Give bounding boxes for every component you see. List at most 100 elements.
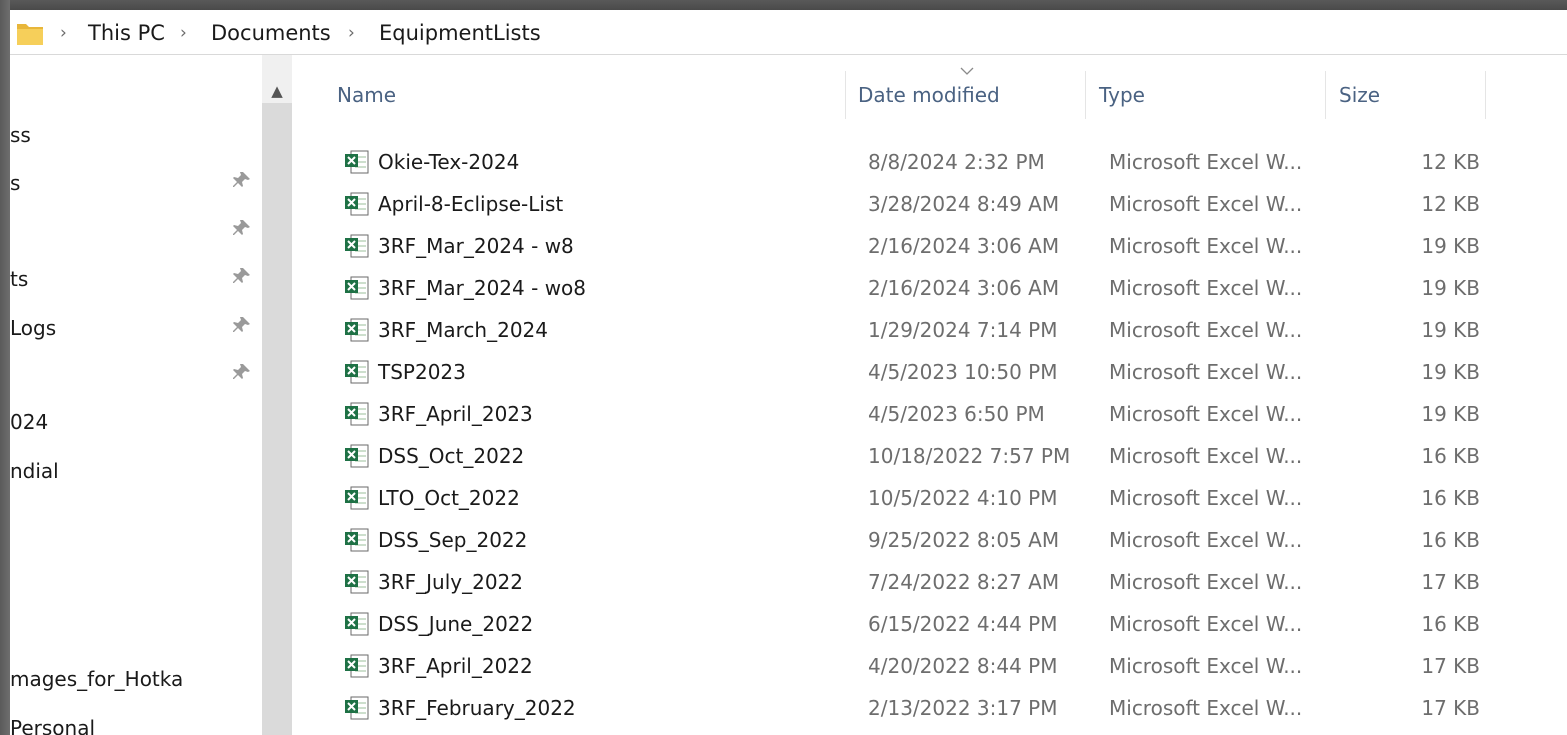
file-row[interactable]: DSS_June_2022 6/15/2022 4:44 PM Microsof…	[332, 603, 1492, 645]
file-type: Microsoft Excel W...	[1109, 402, 1303, 426]
file-row[interactable]: 3RF_July_2022 7/24/2022 8:27 AM Microsof…	[332, 561, 1492, 603]
excel-file-icon	[345, 528, 369, 552]
column-divider[interactable]	[1325, 71, 1326, 119]
breadcrumb-this-pc[interactable]: This PC	[88, 20, 165, 46]
excel-file-icon	[345, 276, 369, 300]
file-row[interactable]: DSS_Sep_2022 9/25/2022 8:05 AM Microsoft…	[332, 519, 1492, 561]
file-size: 12 KB	[1421, 192, 1480, 216]
excel-file-icon	[345, 654, 369, 678]
file-date-modified: 7/24/2022 8:27 AM	[868, 570, 1060, 594]
file-size: 16 KB	[1421, 612, 1480, 636]
file-explorer-window: › This PC › Documents › EquipmentLists s…	[10, 10, 1567, 735]
file-size: 12 KB	[1421, 150, 1480, 174]
excel-file-icon	[345, 402, 369, 426]
excel-file-icon	[345, 486, 369, 510]
column-divider[interactable]	[1085, 71, 1086, 119]
excel-file-icon	[345, 444, 369, 468]
file-type: Microsoft Excel W...	[1109, 612, 1303, 636]
file-date-modified: 9/25/2022 8:05 AM	[868, 528, 1060, 552]
file-row[interactable]: 3RF_Mar_2024 - wo8 2/16/2024 3:06 AM Mic…	[332, 267, 1492, 309]
file-row[interactable]: TSP2023 4/5/2023 10:50 PM Microsoft Exce…	[332, 351, 1492, 393]
file-date-modified: 3/28/2024 8:49 AM	[868, 192, 1060, 216]
file-date-modified: 4/5/2023 10:50 PM	[868, 360, 1058, 384]
column-header-size[interactable]: Size	[1339, 71, 1380, 119]
file-name: April-8-Eclipse-List	[378, 192, 564, 216]
file-type: Microsoft Excel W...	[1109, 696, 1303, 720]
file-name: 3RF_April_2023	[378, 402, 533, 426]
excel-file-icon	[345, 360, 369, 384]
excel-file-icon	[345, 570, 369, 594]
breadcrumb-separator[interactable]: ›	[60, 20, 67, 46]
window-frame-top	[0, 0, 1567, 10]
file-size: 15 KB	[1362, 729, 1480, 735]
pin-icon[interactable]	[232, 218, 252, 238]
address-bar[interactable]: › This PC › Documents › EquipmentLists	[10, 10, 1567, 55]
breadcrumb-separator[interactable]: ›	[348, 20, 355, 46]
file-size: 17 KB	[1421, 696, 1480, 720]
nav-item[interactable]: 024	[10, 407, 48, 437]
file-date-modified: 4/22/2021 5:27 PM	[868, 729, 1058, 735]
nav-item[interactable]: ss	[10, 120, 31, 150]
file-size: 17 KB	[1421, 654, 1480, 678]
file-size: 19 KB	[1421, 402, 1480, 426]
file-type: Microsoft Excel W...	[1109, 654, 1303, 678]
navigation-scrollbar[interactable]: ▲	[262, 55, 292, 735]
file-row[interactable]: 3RF_February_2022 2/13/2022 3:17 PM Micr…	[332, 687, 1492, 729]
file-size: 16 KB	[1421, 444, 1480, 468]
column-divider[interactable]	[845, 71, 846, 119]
file-date-modified: 10/5/2022 4:10 PM	[868, 486, 1058, 510]
nav-item[interactable]: mages_for_Hotka	[10, 664, 183, 694]
nav-item[interactable]: Personal	[10, 713, 95, 735]
nav-item[interactable]: s	[10, 168, 20, 198]
column-divider[interactable]	[1485, 71, 1486, 119]
file-row[interactable]: LTO_Oct_2022 10/5/2022 4:10 PM Microsoft…	[332, 477, 1492, 519]
file-row[interactable]: 3RF_Mar_2024 - w8 2/16/2024 3:06 AM Micr…	[332, 225, 1492, 267]
pin-icon[interactable]	[232, 315, 252, 335]
file-row[interactable]: DSS_Oct_2022 10/18/2022 7:57 PM Microsof…	[332, 435, 1492, 477]
file-type: Microsoft Excel W...	[1109, 444, 1303, 468]
file-list: Name Date modified Type Size Okie-Tex-20…	[292, 55, 1567, 735]
file-size: 19 KB	[1421, 360, 1480, 384]
column-header-type[interactable]: Type	[1099, 71, 1145, 119]
file-name: M___Mar_2021	[378, 729, 524, 735]
excel-file-icon	[345, 612, 369, 636]
file-name: DSS_June_2022	[378, 612, 534, 636]
file-name: 3RF_Mar_2024 - w8	[378, 234, 574, 258]
column-header-date-modified[interactable]: Date modified	[858, 71, 1000, 119]
pin-icon[interactable]	[232, 170, 252, 190]
file-size: 19 KB	[1421, 318, 1480, 342]
file-type: Microsoft Excel W...	[1109, 318, 1303, 342]
nav-item[interactable]: Logs	[10, 313, 56, 343]
file-size: 17 KB	[1421, 570, 1480, 594]
scrollbar-thumb[interactable]	[262, 103, 292, 735]
pin-icon[interactable]	[232, 362, 252, 382]
file-size: 16 KB	[1421, 528, 1480, 552]
file-row[interactable]: M___Mar_2021 4/22/2021 5:27 PM Microsoft…	[332, 729, 1492, 735]
file-date-modified: 2/13/2022 3:17 PM	[868, 696, 1058, 720]
excel-file-icon	[345, 150, 369, 174]
file-row[interactable]: 3RF_March_2024 1/29/2024 7:14 PM Microso…	[332, 309, 1492, 351]
file-row[interactable]: Okie-Tex-2024 8/8/2024 2:32 PM Microsoft…	[332, 141, 1492, 183]
breadcrumb-documents[interactable]: Documents	[211, 20, 331, 46]
pin-icon[interactable]	[232, 266, 252, 286]
file-row[interactable]: 3RF_April_2023 4/5/2023 6:50 PM Microsof…	[332, 393, 1492, 435]
nav-item[interactable]: ts	[10, 264, 28, 294]
file-type: Microsoft Excel W...	[1109, 150, 1303, 174]
file-date-modified: 1/29/2024 7:14 PM	[868, 318, 1058, 342]
breadcrumb-separator[interactable]: ›	[180, 20, 187, 46]
file-row[interactable]: April-8-Eclipse-List 3/28/2024 8:49 AM M…	[332, 183, 1492, 225]
file-date-modified: 6/15/2022 4:44 PM	[868, 612, 1058, 636]
column-header-name[interactable]: Name	[337, 71, 396, 119]
file-type: Microsoft Excel W...	[1109, 276, 1303, 300]
file-name: DSS_Sep_2022	[378, 528, 528, 552]
breadcrumb-equipmentlists[interactable]: EquipmentLists	[379, 20, 541, 46]
file-name: 3RF_February_2022	[378, 696, 576, 720]
file-name: DSS_Oct_2022	[378, 444, 525, 468]
window-frame-left	[0, 0, 10, 735]
nav-item[interactable]: ndial	[10, 456, 59, 486]
file-row[interactable]: 3RF_April_2022 4/20/2022 8:44 PM Microso…	[332, 645, 1492, 687]
file-type: Microsoft Excel W...	[1109, 192, 1303, 216]
chevron-up-icon[interactable]: ▲	[262, 79, 292, 103]
excel-file-icon	[345, 696, 369, 720]
file-name: LTO_Oct_2022	[378, 486, 520, 510]
